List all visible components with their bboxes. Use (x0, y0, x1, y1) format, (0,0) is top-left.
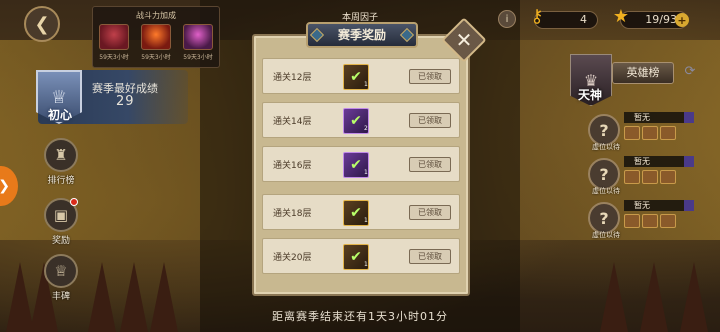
reward-level: 通关16层 (273, 161, 312, 171)
reward-level: 通关20层 (273, 253, 312, 263)
buff-item[interactable]: 59天3小时 (96, 24, 132, 61)
hero-slot[interactable]: ? 虚位以待 暂无 (588, 156, 700, 195)
reward-qty: 1 (364, 217, 368, 224)
buff-item[interactable]: 59天3小时 (138, 24, 174, 61)
hero-slot[interactable]: ? 虚位以待 暂无 (588, 112, 700, 151)
claimed-button[interactable]: 已领取 (409, 113, 451, 128)
slot-status: 暂无 (624, 112, 694, 123)
chest-icon: ▣ (44, 198, 78, 232)
castle-icon: ♜ (44, 138, 78, 172)
add-stamina-button[interactable]: + (675, 13, 689, 27)
reward-row: 通关18层 ✔ 1 已领取 (262, 194, 460, 230)
reward-row: 通关14层 ✔ 2 已领取 (262, 102, 460, 138)
slot-label: 虚位以待 (592, 231, 620, 239)
reward-level: 通关14层 (273, 117, 312, 127)
close-icon[interactable]: ✕ (448, 24, 480, 56)
slot-status: 暂无 (624, 156, 694, 167)
reward-row: 通关12层 ✔ 1 已领取 (262, 58, 460, 94)
claimed-button[interactable]: 已领取 (409, 205, 451, 220)
chevron-right-icon: ❯ (0, 178, 10, 194)
refresh-icon[interactable]: ⟳ (682, 64, 698, 80)
claimed-button[interactable]: 已领取 (409, 249, 451, 264)
monument-label: 丰碑 (51, 292, 70, 302)
stamina-icon: ★ (612, 6, 630, 27)
reward-label: 奖励 (51, 236, 70, 246)
back-arrow-icon: ❮ (34, 13, 50, 35)
fire-buff-icon (141, 24, 171, 50)
rank-name: 初心 (47, 108, 72, 122)
buff-duration: 59天3小时 (183, 54, 213, 61)
buff-duration: 59天3小时 (141, 54, 171, 61)
monument-button[interactable]: ♕ 丰碑 (44, 254, 78, 302)
buff-panel-title: 战斗力加成 (136, 11, 176, 20)
reward-level: 通关18层 (273, 209, 312, 219)
reward-row: 通关20层 ✔ 1 已领取 (262, 238, 460, 274)
tree-decor (640, 262, 668, 332)
potion-buff-icon (183, 24, 213, 50)
back-button[interactable]: ❮ (24, 6, 60, 42)
reward-qty: 1 (364, 261, 368, 268)
key-icon: ⚷ (530, 6, 544, 27)
slot-cards (624, 126, 676, 140)
slot-label: 虚位以待 (592, 143, 620, 151)
season-best-value: 29 (116, 94, 135, 109)
info-icon[interactable]: i (498, 10, 516, 28)
tree-decor (88, 262, 116, 332)
claimed-button[interactable]: 已领取 (409, 69, 451, 84)
ranking-label: 排行榜 (47, 176, 75, 186)
hero-slot[interactable]: ? 虚位以待 暂无 (588, 200, 700, 239)
ranking-button[interactable]: ♜ 排行榜 (44, 138, 78, 186)
reward-button[interactable]: ▣ 奖励 (44, 198, 78, 246)
slot-status: 暂无 (624, 200, 694, 211)
slot-cards (624, 214, 676, 228)
combat-buff-panel: 战斗力加成 59天3小时 59天3小时 59天3小时 (92, 6, 220, 68)
reward-qty: 1 (364, 81, 368, 88)
slot-label: 虚位以待 (592, 187, 620, 195)
tree-decor (120, 262, 148, 332)
buff-item[interactable]: 59天3小时 (180, 24, 216, 61)
tree-decor (600, 262, 628, 332)
reward-row: 通关16层 ✔ 1 已领取 (262, 146, 460, 182)
reward-level: 通关12层 (273, 73, 312, 83)
claimed-button[interactable]: 已领取 (409, 157, 451, 172)
slot-cards (624, 170, 676, 184)
hero-board-title: 天神 (577, 88, 602, 102)
reward-qty: 1 (364, 169, 368, 176)
damage-buff-icon (99, 24, 129, 50)
tree-decor (150, 262, 178, 332)
notification-dot (70, 198, 78, 206)
season-countdown: 距离赛季结束还有1天3小时01分 (272, 310, 448, 323)
buff-duration: 59天3小时 (99, 54, 129, 61)
reward-qty: 2 (364, 125, 368, 132)
hero-board-button[interactable]: 英雄榜 (612, 62, 674, 84)
tree-decor (680, 262, 708, 332)
monument-icon: ♕ (44, 254, 78, 288)
